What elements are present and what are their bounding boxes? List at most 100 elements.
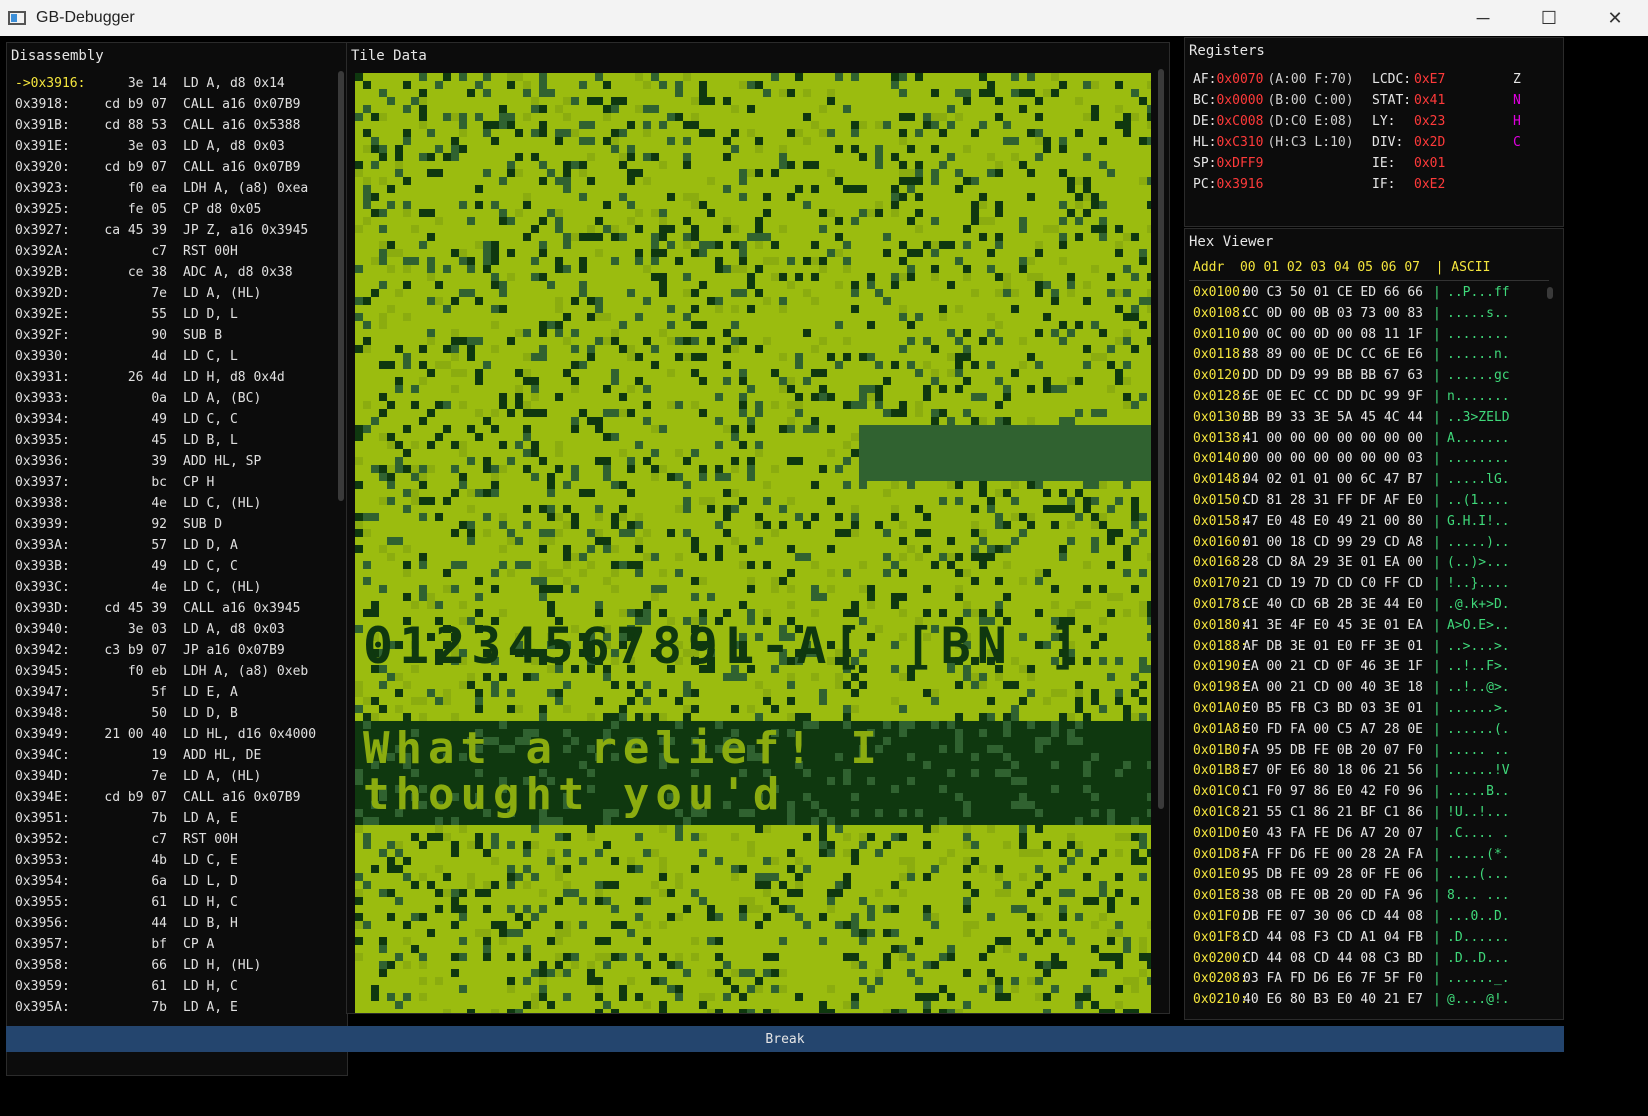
disassembly-bytes: c7	[151, 244, 167, 259]
disassembly-row[interactable]: 0x3927: ca 45 39 JP Z, a16 0x3945	[7, 220, 337, 241]
disassembly-row[interactable]: 0x3935: 45 LD B, L	[7, 430, 337, 451]
disassembly-row[interactable]: 0x3925: fe 05 CP d8 0x05	[7, 199, 337, 220]
disassembly-row[interactable]: 0x392B: ce 38 ADC A, d8 0x38	[7, 262, 337, 283]
tile-data-scrollbar[interactable]	[1158, 69, 1164, 809]
disassembly-bytes: 4e	[151, 580, 167, 595]
disassembly-row[interactable]: 0x3951: 7b LD A, E	[7, 808, 337, 829]
disassembly-row[interactable]: 0x3957: bf CP A	[7, 934, 337, 955]
disassembly-row[interactable]: 0x395A: 7b LD A, E	[7, 997, 337, 1018]
hex-ascii-separator: |	[1433, 347, 1441, 363]
hex-scrollbar[interactable]	[1547, 287, 1553, 299]
register-detail: (H:C3 L:10)	[1267, 135, 1354, 150]
disassembly-bytes: 6a	[151, 874, 167, 889]
hex-address: 0x01D8:	[1193, 846, 1248, 862]
disassembly-bytes: ca 45 39	[104, 223, 167, 238]
disassembly-row[interactable]: 0x392D: 7e LD A, (HL)	[7, 283, 337, 304]
disassembly-row[interactable]: 0x393D: cd 45 39 CALL a16 0x3945	[7, 598, 337, 619]
disassembly-row[interactable]: 0x3939: 92 SUB D	[7, 514, 337, 535]
hex-ascii: ......>.	[1447, 700, 1510, 716]
disassembly-row[interactable]: 0x394E: cd b9 07 CALL a16 0x07B9	[7, 787, 337, 808]
disassembly-row[interactable]: 0x3956: 44 LD B, H	[7, 913, 337, 934]
disassembly-row[interactable]: 0x393A: 57 LD D, A	[7, 535, 337, 556]
disassembly-address: 0x3957:	[15, 937, 70, 952]
hex-ascii: .....s..	[1447, 305, 1510, 321]
disassembly-row[interactable]: 0x394C: 19 ADD HL, DE	[7, 745, 337, 766]
hex-address: 0x01C8:	[1193, 804, 1248, 820]
disassembly-row[interactable]: 0x3931: 26 4d LD H, d8 0x4d	[7, 367, 337, 388]
disassembly-row[interactable]: 0x3959: 61 LD H, C	[7, 976, 337, 997]
disassembly-bytes: 3e 03	[127, 139, 167, 154]
disassembly-bytes: 19	[151, 748, 167, 763]
hex-address: 0x0180:	[1193, 617, 1248, 633]
hex-bytes: 38 0B FE 0B 20 0D FA 96	[1243, 888, 1424, 904]
register-detail: (D:C0 E:08)	[1267, 114, 1354, 129]
disassembly-address: 0x393C:	[15, 580, 70, 595]
hex-address: 0x01E0:	[1193, 867, 1248, 883]
break-button[interactable]: Break	[6, 1026, 1564, 1052]
hex-bytes: 41 00 00 00 00 00 00 00	[1243, 430, 1424, 446]
hex-ascii-separator: |	[1433, 825, 1441, 841]
disassembly-address: 0x393B:	[15, 559, 70, 574]
disassembly-row[interactable]: 0x3937: bc CP H	[7, 472, 337, 493]
disassembly-instruction: LD C, E	[183, 853, 238, 868]
disassembly-list[interactable]: ->0x3916: 3e 14 LD A, d8 0x14 0x3918: cd b9 …	[7, 73, 337, 1018]
hex-ascii-separator: |	[1433, 659, 1441, 675]
disassembly-row[interactable]: 0x3945: f0 eb LDH A, (a8) 0xeb	[7, 661, 337, 682]
disassembly-row[interactable]: 0x394D: 7e LD A, (HL)	[7, 766, 337, 787]
disassembly-instruction: LD A, (BC)	[183, 391, 262, 406]
disassembly-row[interactable]: 0x3936: 39 ADD HL, SP	[7, 451, 337, 472]
disassembly-row[interactable]: 0x3953: 4b LD C, E	[7, 850, 337, 871]
hex-address: 0x0148:	[1193, 472, 1248, 488]
disassembly-row[interactable]: 0x392A: c7 RST 00H	[7, 241, 337, 262]
disassembly-row[interactable]: 0x392F: 90 SUB B	[7, 325, 337, 346]
disassembly-row[interactable]: 0x3949: 21 00 40 LD HL, d16 0x4000	[7, 724, 337, 745]
disassembly-row[interactable]: 0x393C: 4e LD C, (HL)	[7, 577, 337, 598]
close-button[interactable]: ✕	[1582, 0, 1648, 36]
disassembly-row[interactable]: 0x3955: 61 LD H, C	[7, 892, 337, 913]
hex-ascii: ....(...	[1447, 867, 1510, 883]
hex-address: 0x0128:	[1193, 388, 1248, 404]
minimize-button[interactable]: ─	[1450, 0, 1516, 36]
register-name: AF:	[1193, 72, 1217, 87]
hex-address: 0x01B8:	[1193, 763, 1248, 779]
hex-address: 0x01D0:	[1193, 825, 1248, 841]
hex-bytes: E0 FD FA 00 C5 A7 28 0E	[1243, 721, 1424, 737]
disassembly-instruction: CALL a16 0x07B9	[183, 160, 301, 175]
disassembly-row[interactable]: 0x3948: 50 LD D, B	[7, 703, 337, 724]
disassembly-address: 0x394E:	[15, 790, 70, 805]
hex-address: 0x0118:	[1193, 347, 1248, 363]
maximize-button[interactable]: ☐	[1516, 0, 1582, 36]
io-register-name: IF:	[1372, 177, 1396, 192]
disassembly-row-current[interactable]: ->0x3916: 3e 14 LD A, d8 0x14	[7, 73, 337, 94]
disassembly-row[interactable]: 0x3958: 66 LD H, (HL)	[7, 955, 337, 976]
disassembly-bytes: 39	[151, 454, 167, 469]
hex-bytes: EA 00 21 CD 0F 46 3E 1F	[1243, 659, 1424, 675]
hex-ascii-separator: |	[1433, 326, 1441, 342]
hex-ascii-separator: |	[1433, 638, 1441, 654]
disassembly-row[interactable]: 0x3954: 6a LD L, D	[7, 871, 337, 892]
disassembly-row[interactable]: 0x3942: c3 b9 07 JP a16 0x07B9	[7, 640, 337, 661]
disassembly-row[interactable]: 0x3933: 0a LD A, (BC)	[7, 388, 337, 409]
disassembly-address: 0x392F:	[15, 328, 70, 343]
hex-ascii-separator: |	[1433, 388, 1441, 404]
hex-address: 0x01E8:	[1193, 888, 1248, 904]
disassembly-instruction: LD A, d8 0x03	[183, 139, 285, 154]
disassembly-row[interactable]: 0x3952: c7 RST 00H	[7, 829, 337, 850]
disassembly-address: 0x3945:	[15, 664, 70, 679]
disassembly-row[interactable]: 0x393B: 49 LD C, C	[7, 556, 337, 577]
disassembly-row[interactable]: 0x3920: cd b9 07 CALL a16 0x07B9	[7, 157, 337, 178]
disassembly-row[interactable]: 0x3938: 4e LD C, (HL)	[7, 493, 337, 514]
hex-ascii-separator: |	[1433, 409, 1441, 425]
disassembly-scrollbar[interactable]	[338, 71, 344, 501]
disassembly-row[interactable]: 0x391B: cd 88 53 CALL a16 0x5388	[7, 115, 337, 136]
flag-z: Z	[1513, 72, 1521, 87]
flag-n: N	[1513, 93, 1521, 108]
disassembly-row[interactable]: 0x3918: cd b9 07 CALL a16 0x07B9	[7, 94, 337, 115]
disassembly-row[interactable]: 0x3923: f0 ea LDH A, (a8) 0xea	[7, 178, 337, 199]
disassembly-row[interactable]: 0x392E: 55 LD D, L	[7, 304, 337, 325]
disassembly-row[interactable]: 0x3930: 4d LD C, L	[7, 346, 337, 367]
disassembly-row[interactable]: 0x3947: 5f LD E, A	[7, 682, 337, 703]
disassembly-row[interactable]: 0x3934: 49 LD C, C	[7, 409, 337, 430]
disassembly-row[interactable]: 0x391E: 3e 03 LD A, d8 0x03	[7, 136, 337, 157]
disassembly-row[interactable]: 0x3940: 3e 03 LD A, d8 0x03	[7, 619, 337, 640]
